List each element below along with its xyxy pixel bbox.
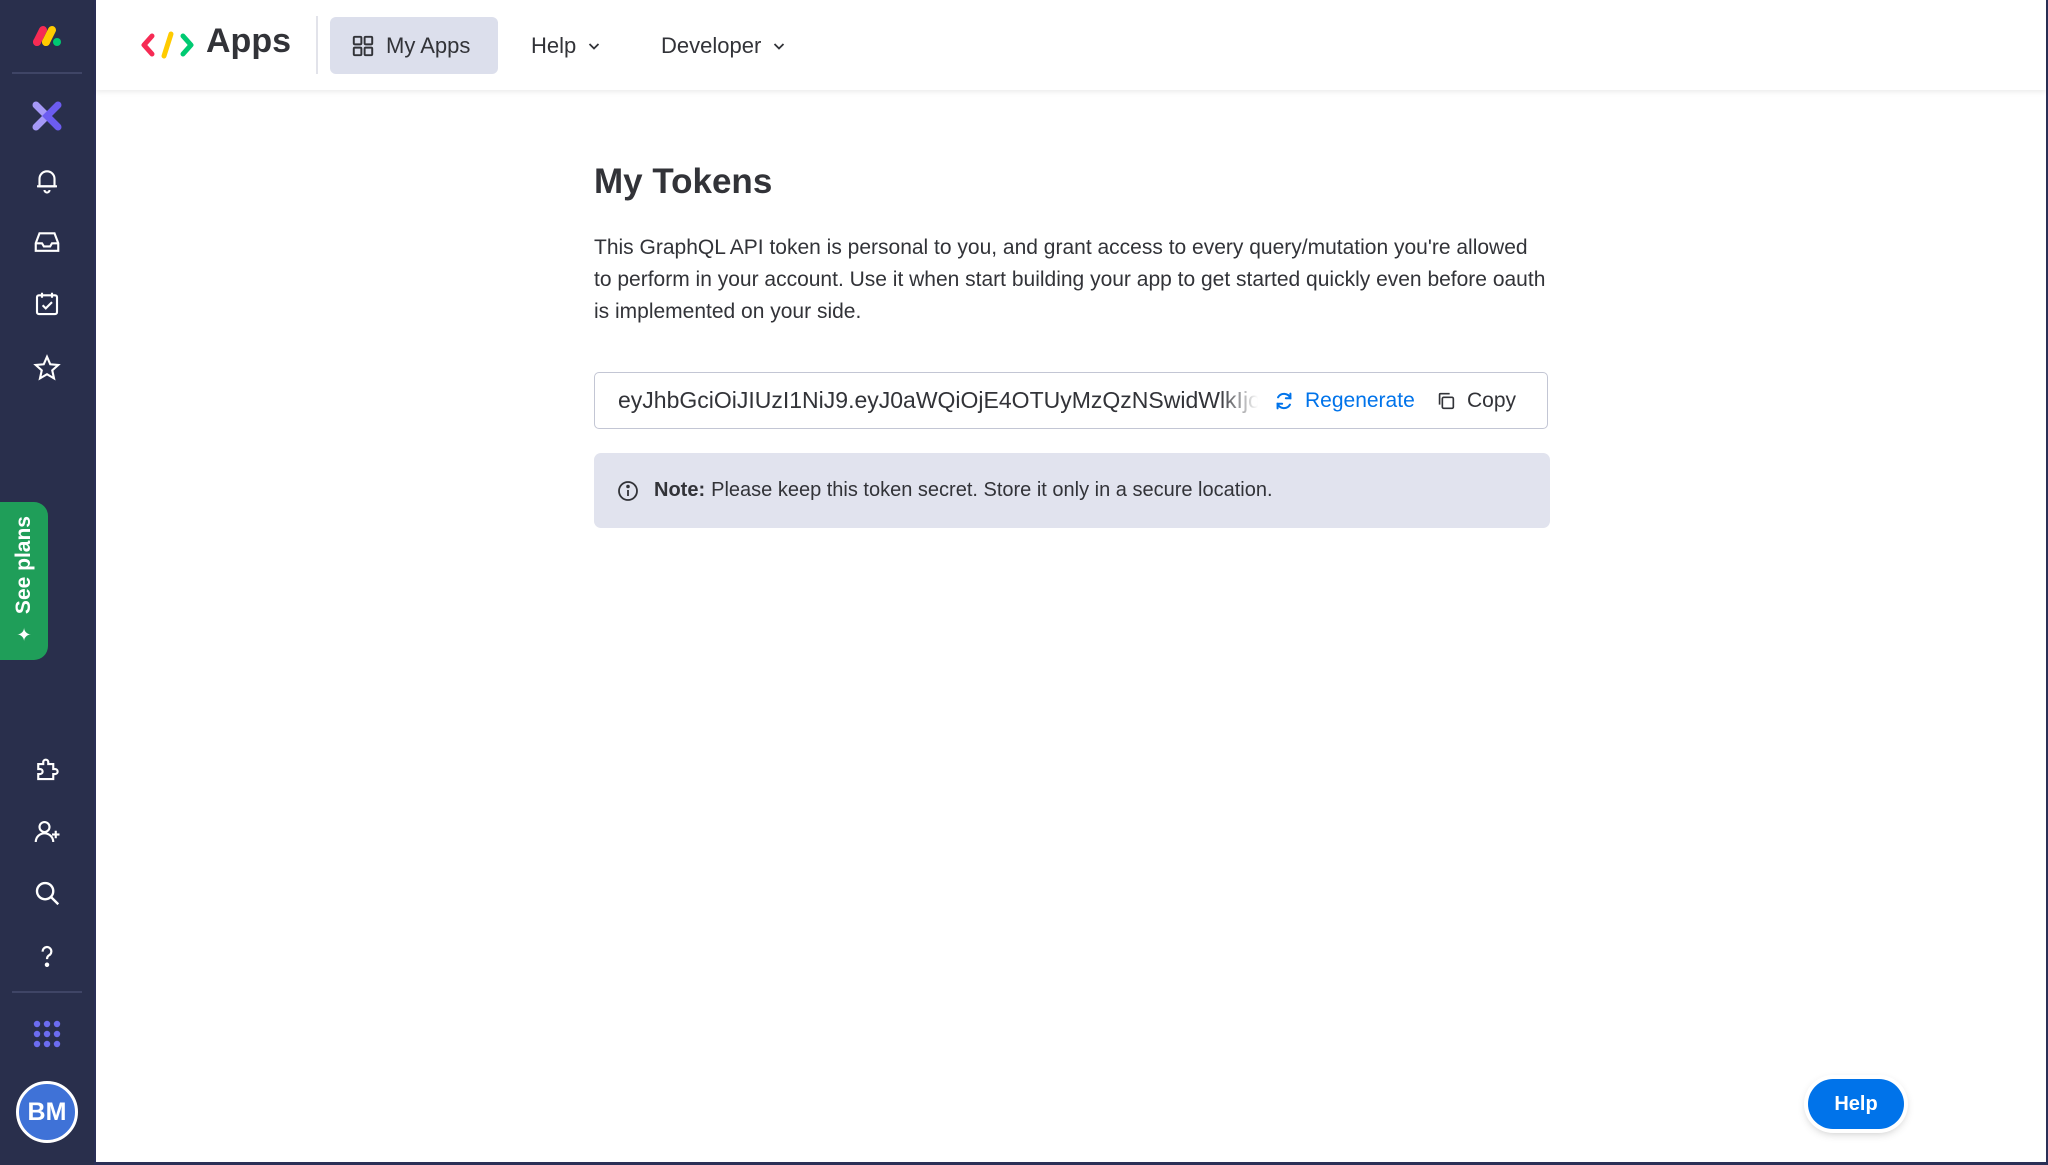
search-icon[interactable]: [27, 873, 67, 913]
apps-grid-icon[interactable]: [27, 1014, 67, 1054]
apps-code-logo-icon: [141, 31, 194, 59]
page-title: My Tokens: [594, 162, 773, 201]
my-work-icon[interactable]: [27, 284, 67, 324]
monday-logo-icon[interactable]: [27, 16, 67, 56]
nav-help[interactable]: Help: [511, 17, 622, 74]
refresh-icon: [1276, 392, 1292, 409]
sparkle-icon: ✦: [16, 624, 32, 645]
avatar[interactable]: BM: [16, 1081, 78, 1143]
star-icon[interactable]: [27, 348, 67, 388]
token-field: eyJhbGciOiJIUzI1NiJ9.eyJ0aWQiOjE4OTUyMzQ…: [594, 372, 1548, 429]
puzzle-icon[interactable]: [27, 749, 67, 789]
see-plans-button[interactable]: See plans ✦: [0, 502, 48, 660]
nav-developer-label: Developer: [661, 32, 762, 58]
chevron-down-icon: [774, 42, 785, 50]
nav-my-apps-label: My Apps: [386, 32, 471, 58]
workforms-logo-icon[interactable]: [27, 96, 67, 136]
left-rail: See plans ✦ BM: [0, 0, 94, 1165]
regenerate-button[interactable]: Regenerate: [1273, 373, 1415, 428]
copy-button[interactable]: Copy: [1435, 373, 1516, 428]
note-text: Please keep this token secret. Store it …: [711, 479, 1273, 501]
main-panel: Apps My Apps Help Developer My Tokens Th…: [96, 0, 2046, 1162]
inbox-icon[interactable]: [27, 222, 67, 262]
security-note: Note: Please keep this token secret. Sto…: [594, 453, 1550, 528]
top-header: Apps My Apps Help Developer: [96, 0, 2046, 90]
bell-icon[interactable]: [27, 160, 67, 200]
copy-icon: [1438, 392, 1455, 409]
invite-user-icon[interactable]: [27, 812, 67, 852]
page-description: This GraphQL API token is personal to yo…: [594, 236, 1546, 323]
info-icon: [618, 480, 638, 501]
nav-help-label: Help: [531, 32, 577, 58]
api-token-value[interactable]: eyJhbGciOiJIUzI1NiJ9.eyJ0aWQiOjE4OTUyMzQ…: [618, 387, 1258, 414]
header-divider: [316, 16, 318, 74]
see-plans-label: See plans: [12, 516, 35, 615]
note-label: Note:: [654, 479, 706, 501]
rail-divider: [12, 991, 82, 993]
chevron-down-icon: [589, 42, 600, 50]
nav-my-apps[interactable]: My Apps: [330, 17, 498, 74]
regenerate-label: Regenerate: [1305, 388, 1415, 412]
app-title: Apps: [206, 22, 291, 60]
copy-label: Copy: [1467, 388, 1517, 412]
help-chat-button[interactable]: Help: [1808, 1079, 1904, 1129]
nav-developer[interactable]: Developer: [641, 17, 807, 74]
help-question-icon[interactable]: [27, 936, 67, 976]
rail-divider: [12, 72, 82, 74]
grid-icon: [352, 35, 374, 56]
